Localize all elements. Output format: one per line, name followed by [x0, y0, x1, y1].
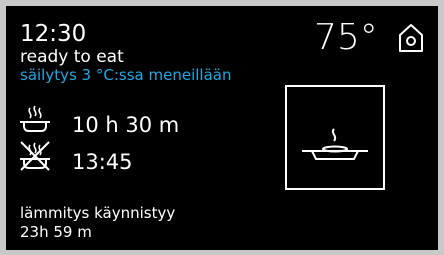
holding-status-text: säilytys 3 °C:ssa meneillään: [20, 66, 232, 84]
home-icon: [399, 24, 423, 52]
cooking-pot-icon: [18, 104, 54, 136]
oven-display: 12:30 ready to eat säilytys 3 °C:ssa men…: [6, 6, 438, 250]
cooking-duration: 10 h 30 m: [72, 113, 180, 137]
program-button[interactable]: [285, 85, 385, 190]
crossed-pot-icon: [18, 140, 54, 172]
temperature-readout: 75°: [314, 17, 378, 58]
heating-countdown: 23h 59 m: [20, 223, 92, 241]
heating-label: lämmitys käynnistyy: [20, 204, 176, 222]
status-text: ready to eat: [20, 47, 124, 67]
steaming-dish-icon: [302, 128, 368, 160]
clock-time: 12:30: [20, 21, 87, 47]
home-button[interactable]: [396, 22, 426, 54]
ready-time: 13:45: [72, 150, 133, 174]
